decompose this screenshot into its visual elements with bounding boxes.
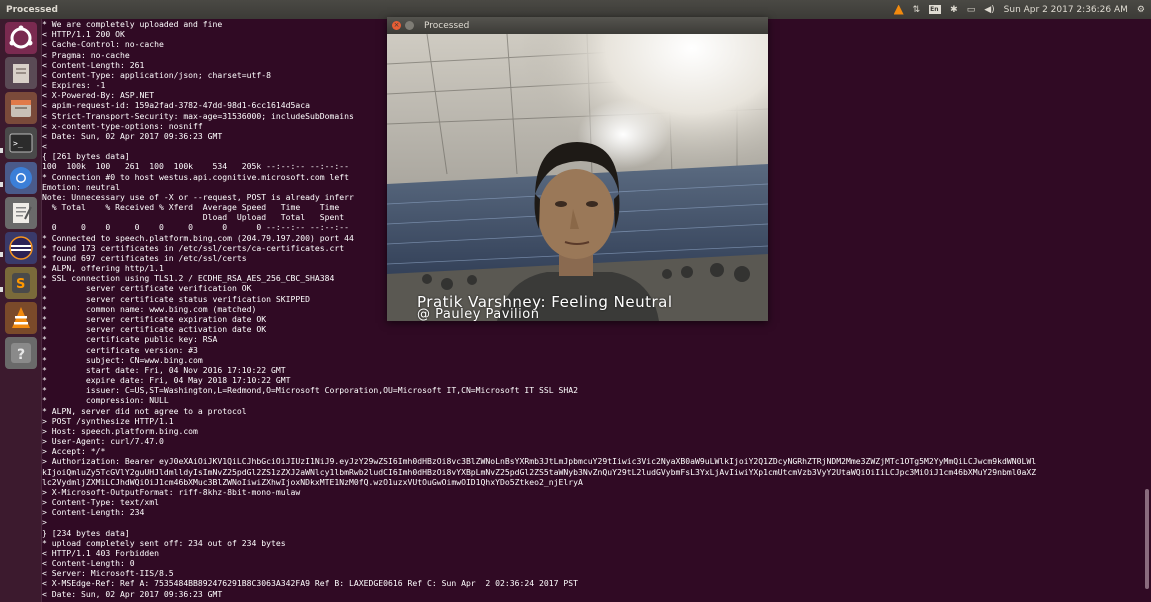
terminal-line: } [234 bytes data] bbox=[42, 527, 130, 538]
window-titlebar[interactable]: × Processed bbox=[387, 17, 768, 34]
minimize-icon[interactable] bbox=[405, 21, 414, 30]
ubuntu-dash-icon[interactable] bbox=[5, 22, 37, 54]
indicator-area: ⇅ En ✱ ▭ ◀) Sun Apr 2 2017 2:36:26 AM ⚙ bbox=[893, 0, 1145, 19]
clock[interactable]: Sun Apr 2 2017 2:36:26 AM bbox=[1004, 5, 1128, 15]
chromium-icon[interactable] bbox=[5, 162, 37, 194]
help-icon[interactable]: ? bbox=[5, 337, 37, 369]
terminal-line: > Content-Length: 234 bbox=[42, 507, 145, 518]
terminal-line: kIjoiQmluZy5TcGVlY2guUHJldmlldyIsImNvZ25… bbox=[42, 466, 1037, 477]
svg-text:?: ? bbox=[17, 347, 25, 363]
power-gear-icon[interactable]: ⚙ bbox=[1137, 5, 1145, 15]
processed-image-window[interactable]: × Processed Pratik Varshney: Feeling Neu… bbox=[387, 17, 768, 321]
overlay-location: @ Pauley Pavilion bbox=[417, 307, 540, 321]
terminal-line: > Content-Type: text/xml bbox=[42, 497, 159, 508]
terminal-line: > Accept: */* bbox=[42, 446, 106, 457]
vlc-tray-icon[interactable] bbox=[893, 4, 904, 15]
terminal-line: * issuer: C=US,ST=Washington,L=Redmond,O… bbox=[42, 385, 579, 396]
running-indicator bbox=[0, 148, 3, 153]
terminal-scrollbar[interactable] bbox=[1145, 489, 1149, 589]
terminal-line: * expire date: Fri, 04 May 2018 17:10:22… bbox=[42, 375, 291, 386]
bluetooth-icon[interactable]: ✱ bbox=[950, 5, 958, 15]
network-icon[interactable]: ⇅ bbox=[913, 5, 921, 15]
terminal-line: lc2VydmljZXMiLCJhdWQiOiJ1cm46bXMuc3BlZWN… bbox=[42, 476, 583, 487]
terminal-line: * compression: NULL bbox=[42, 395, 169, 406]
running-indicator bbox=[0, 182, 3, 187]
terminal-line: > User-Agent: curl/7.47.0 bbox=[42, 436, 164, 447]
terminal-line: * server certificate activation date OK bbox=[42, 324, 267, 335]
terminal-line: * certificate version: #3 bbox=[42, 344, 198, 355]
battery-icon[interactable]: ▭ bbox=[967, 5, 976, 15]
window-title: Processed bbox=[424, 20, 470, 31]
terminal-line: < X-MSEdge-Ref: Ref A: 7535484BB89247629… bbox=[42, 578, 579, 589]
terminal-line: < Server: Microsoft-IIS/8.5 bbox=[42, 568, 174, 579]
volume-icon[interactable]: ◀) bbox=[984, 5, 994, 15]
terminal-line: > bbox=[42, 517, 47, 528]
svg-text:>_: >_ bbox=[13, 139, 23, 148]
eclipse-icon[interactable] bbox=[5, 232, 37, 264]
terminal-line: < HTTP/1.1 403 Forbidden bbox=[42, 547, 159, 558]
terminal-icon[interactable]: >_ bbox=[5, 127, 37, 159]
terminal-line: > X-Microsoft-OutputFormat: riff-8khz-8b… bbox=[42, 486, 301, 497]
terminal-line: > Authorization: Bearer eyJ0eXAiOiJKV1Qi… bbox=[42, 456, 1037, 467]
terminal-line: > POST /synthesize HTTP/1.1 bbox=[42, 415, 174, 426]
sublime-text-icon[interactable]: S bbox=[5, 267, 37, 299]
svg-text:S: S bbox=[16, 277, 25, 292]
running-indicator bbox=[0, 287, 3, 292]
vlc-icon[interactable] bbox=[5, 302, 37, 334]
terminal-line: > Host: speech.platform.bing.com bbox=[42, 425, 198, 436]
running-indicator bbox=[0, 252, 3, 257]
keyboard-layout-indicator[interactable]: En bbox=[929, 5, 942, 14]
text-editor-icon[interactable] bbox=[5, 197, 37, 229]
launcher: >_ S ? bbox=[0, 19, 42, 602]
terminal-line: * start date: Fri, 04 Nov 2016 17:10:22 … bbox=[42, 364, 286, 375]
terminal-line: * subject: CN=www.bing.com bbox=[42, 354, 203, 365]
terminal-line: * upload completely sent off: 234 out of… bbox=[42, 537, 286, 548]
terminal-line: * certificate public key: RSA bbox=[42, 334, 218, 345]
terminal-line: < Content-Length: 0 bbox=[42, 558, 135, 569]
active-app-title: Processed bbox=[6, 4, 58, 15]
file-manager-icon[interactable] bbox=[5, 92, 37, 124]
processed-image: Pratik Varshney: Feeling Neutral @ Paule… bbox=[387, 34, 768, 321]
terminal-line: < Date: Sun, 02 Apr 2017 09:36:23 GMT bbox=[42, 588, 223, 599]
terminal-line: * ALPN, server did not agree to a protoc… bbox=[42, 405, 247, 416]
close-icon[interactable]: × bbox=[392, 21, 401, 30]
files-icon[interactable] bbox=[5, 57, 37, 89]
